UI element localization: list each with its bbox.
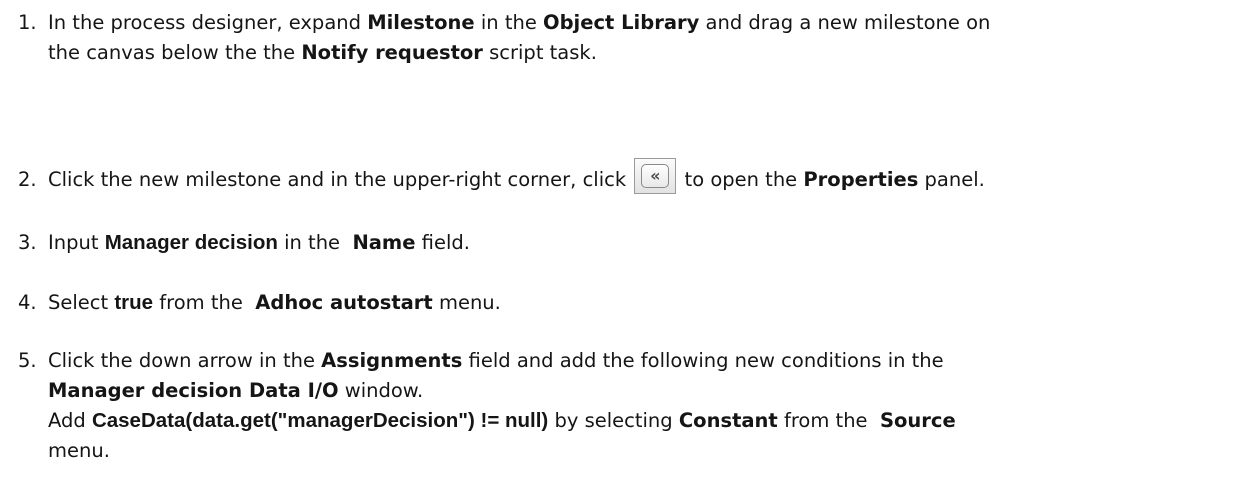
ui-term-assignments: Assignments	[321, 349, 463, 372]
step-text: Add	[48, 409, 92, 432]
step-text: Click the down arrow in the	[48, 349, 322, 372]
step-text: menu.	[432, 291, 501, 314]
input-value-casedata-expression: CaseData(data.get("managerDecision") != …	[91, 409, 549, 432]
step-text: field and add the following new conditio…	[462, 349, 944, 372]
step-text: In the process designer, expand	[48, 11, 368, 34]
step-text: field.	[415, 231, 470, 254]
ui-term-manager-decision-data-io: Manager decision Data I/O	[48, 379, 339, 402]
step-5-line-2: Manager decision Data I/O window.	[18, 376, 1250, 406]
ui-term-adhoc-autostart: Adhoc autostart	[255, 291, 433, 314]
step-text: and drag a new milestone on	[699, 11, 991, 34]
step-text: by selecting	[548, 409, 679, 432]
ui-term-notify-requestor: Notify requestor	[301, 41, 483, 64]
ui-term-properties: Properties	[803, 168, 919, 191]
step-5: 5. Click the down arrow in the Assignment…	[18, 346, 1250, 466]
step-text: Select	[48, 291, 115, 314]
step-number: 2.	[18, 168, 37, 191]
ui-term-name: Name	[352, 231, 416, 254]
collapse-panel-icon: «	[634, 158, 677, 194]
step-5-line-1: 5. Click the down arrow in the Assignment…	[18, 346, 1250, 376]
step-text: script task.	[482, 41, 597, 64]
step-text: in the	[277, 231, 353, 254]
double-chevron-left-icon: «	[650, 166, 661, 185]
step-5-line-3: Add CaseData(data.get("managerDecision")…	[18, 406, 1250, 436]
step-text: panel.	[918, 168, 985, 191]
step-text: window.	[338, 379, 424, 402]
step-number: 4.	[18, 291, 37, 314]
ui-term-source: Source	[879, 409, 956, 432]
step-3: 3. Input Manager decision in the Name fie…	[18, 228, 1250, 258]
step-text: from the	[153, 291, 256, 314]
step-1-line-1: 1. In the process designer, expand Milest…	[18, 8, 1250, 38]
input-value-manager-decision: Manager decision	[104, 231, 278, 254]
step-1-line-2: the canvas below the the Notify requesto…	[18, 38, 1250, 68]
step-number: 1.	[18, 11, 37, 34]
step-1: 1. In the process designer, expand Milest…	[18, 8, 1250, 68]
step-4: 4. Select true from the Adhoc autostart m…	[18, 288, 1250, 318]
step-text: Input	[48, 231, 105, 254]
ui-term-constant: Constant	[678, 409, 778, 432]
input-value-true: true	[114, 291, 154, 314]
step-text: Click the new milestone and in the upper…	[48, 168, 633, 191]
step-2: 2. Click the new milestone and in the upp…	[18, 158, 1250, 195]
step-text: menu.	[48, 439, 110, 462]
step-number: 3.	[18, 231, 37, 254]
step-text: from the	[777, 409, 880, 432]
step-5-line-4: menu.	[18, 436, 1250, 466]
step-text: in the	[474, 11, 544, 34]
ui-term-object-library: Object Library	[543, 11, 700, 34]
step-text: to open the	[678, 168, 804, 191]
ui-term-milestone: Milestone	[367, 11, 475, 34]
step-number: 5.	[18, 349, 37, 372]
step-text: the canvas below the the	[48, 41, 302, 64]
